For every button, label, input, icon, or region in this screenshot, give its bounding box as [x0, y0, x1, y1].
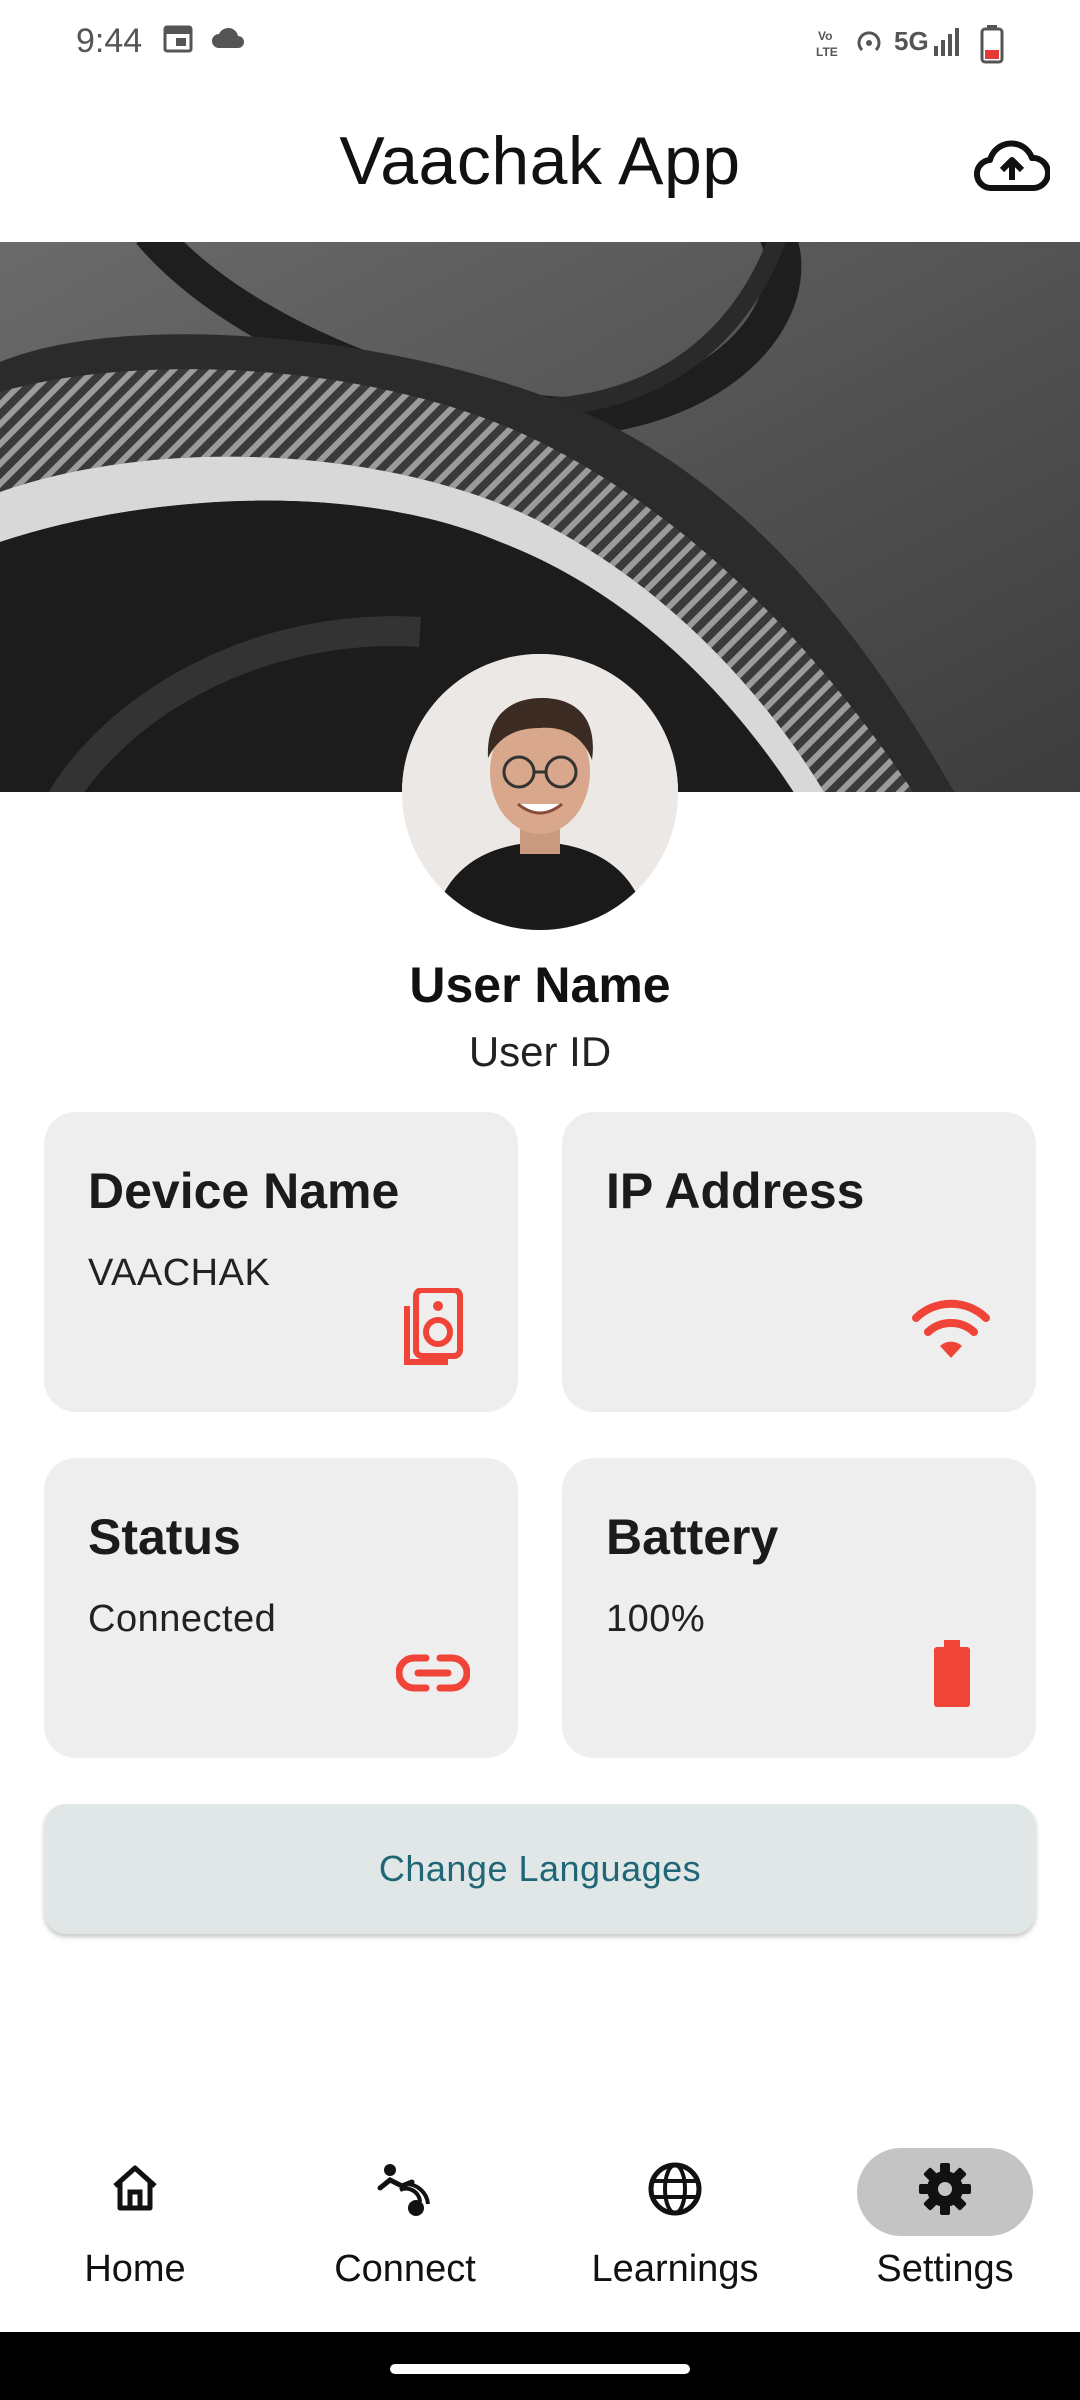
cloud-icon [212, 27, 244, 48]
profile-avatar[interactable] [402, 654, 678, 930]
nav-label: Connect [334, 2248, 476, 2290]
card-title: Battery [606, 1509, 779, 1565]
card-title: Device Name [88, 1163, 400, 1219]
nav-label: Home [84, 2248, 186, 2290]
nav-item-home[interactable]: Home [0, 2130, 270, 2332]
status-bar: 9:44 Vo LTE 5G [0, 0, 1080, 88]
status-value: Connected [88, 1598, 277, 1640]
cloud-upload-icon[interactable] [974, 136, 1050, 194]
change-languages-button[interactable]: Change Languages [44, 1804, 1036, 1934]
battery-value: 100% [606, 1598, 706, 1640]
wifi-icon [912, 1299, 990, 1358]
device-name-card: Device Name VAACHAK [44, 1112, 518, 1412]
ip-address-card: IP Address [562, 1112, 1036, 1412]
network-type: 5G [894, 26, 929, 56]
system-navigation-bar [0, 2332, 1080, 2400]
user-id: User ID [468, 1028, 612, 1075]
card-title: IP Address [606, 1163, 865, 1219]
nav-item-learnings[interactable]: Learnings [540, 2130, 810, 2332]
svg-text:Vo: Vo [818, 29, 832, 43]
connect-icon [377, 2164, 430, 2216]
battery-full-icon [934, 1640, 970, 1707]
app-bar: Vaachak App [0, 88, 1080, 242]
app-title: Vaachak App [339, 123, 741, 199]
globe-icon [648, 2162, 702, 2216]
battery-card: Battery 100% [562, 1458, 1036, 1758]
user-name: User Name [409, 957, 671, 1013]
home-icon [113, 2165, 157, 2211]
link-icon [396, 1654, 470, 1692]
speaker-icon [404, 1288, 463, 1365]
nav-item-connect[interactable]: Connect [270, 2130, 540, 2332]
gear-icon [919, 2163, 971, 2215]
status-card: Status Connected [44, 1458, 518, 1758]
device-name-value: VAACHAK [88, 1252, 271, 1294]
nav-label: Learnings [591, 2248, 759, 2290]
home-gesture-handle[interactable] [390, 2364, 690, 2374]
signal-icon [934, 28, 959, 56]
nav-label: Settings [876, 2248, 1014, 2290]
hotspot-icon [857, 31, 881, 52]
volte-icon: Vo LTE [816, 29, 838, 59]
card-title: Status [88, 1509, 241, 1565]
nav-item-settings[interactable]: Settings [810, 2130, 1080, 2332]
calendar-icon [163, 25, 193, 53]
status-time: 9:44 [76, 22, 143, 60]
svg-text:LTE: LTE [816, 45, 838, 59]
bottom-navigation: Home Connect Learnings Settings [0, 2130, 1080, 2332]
battery-icon [980, 25, 1004, 64]
